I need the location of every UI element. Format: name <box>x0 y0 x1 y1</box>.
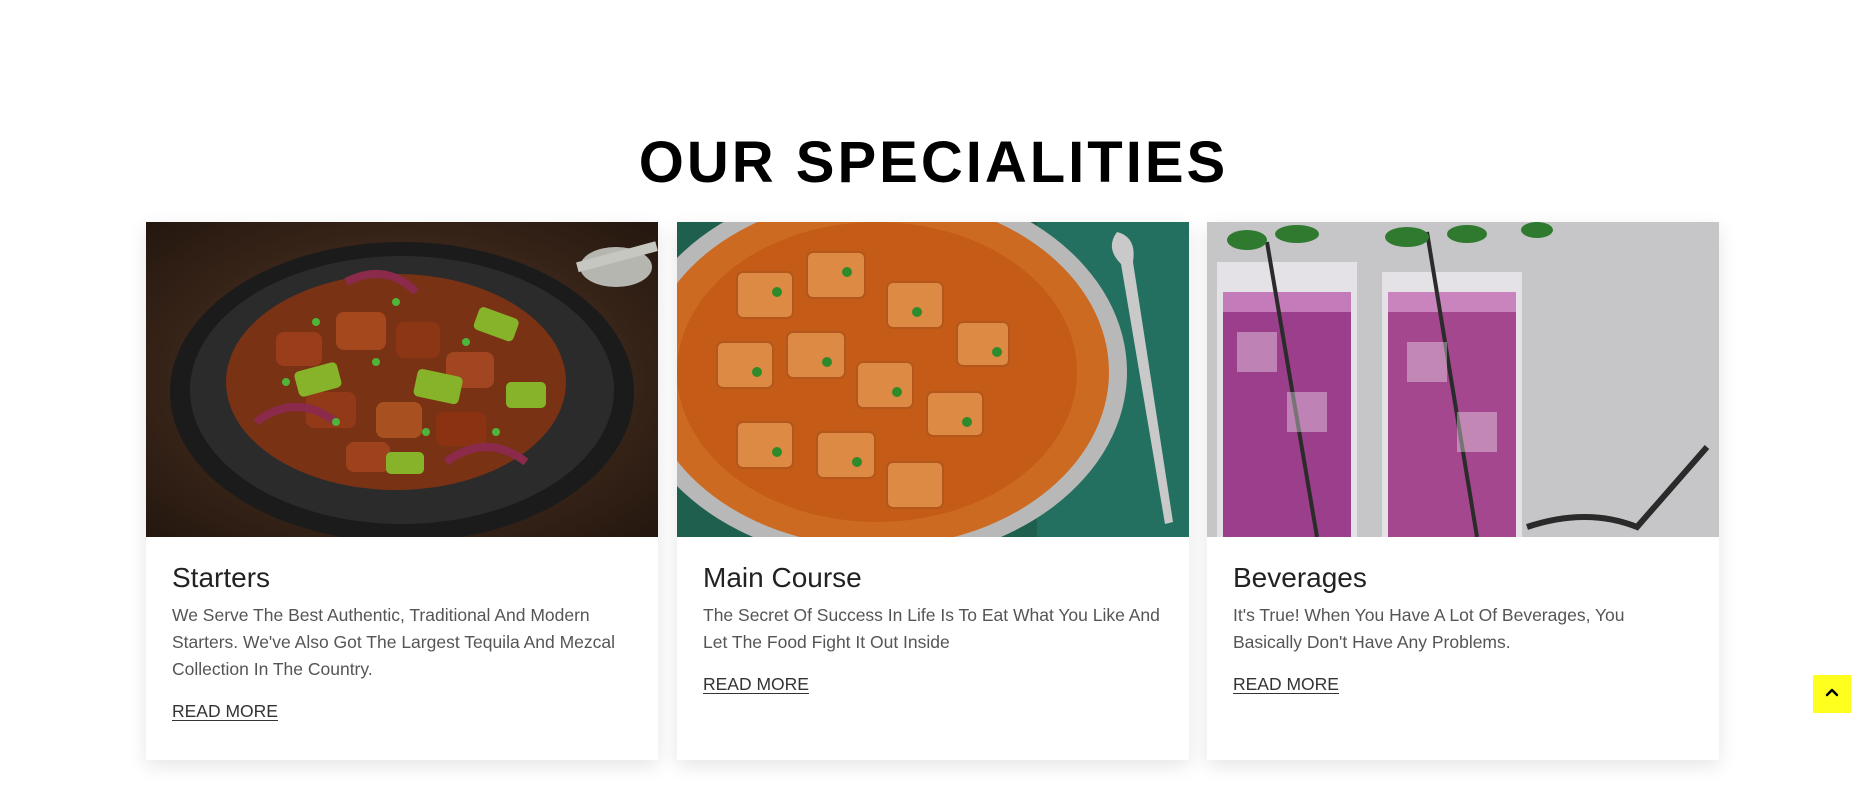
purple-drinks-image <box>1207 222 1719 537</box>
card-description: The Secret Of Success In Life Is To Eat … <box>703 605 1160 652</box>
card-main-course: Main Course The Secret Of Success In Lif… <box>677 222 1189 760</box>
specialities-section: OUR SPECIALITIES Starters We Serve The B… <box>0 0 1867 801</box>
card-starters: Starters We Serve The Best Authentic, Tr… <box>146 222 658 760</box>
card-description: We Serve The Best Authentic, Traditional… <box>172 605 616 679</box>
paneer-curry-image <box>677 222 1189 537</box>
chevron-up-icon <box>1825 685 1839 704</box>
card-description: It's True! When You Have A Lot Of Bevera… <box>1233 605 1625 652</box>
read-more-link[interactable]: READ MORE <box>172 699 278 723</box>
card-title: Starters <box>172 562 271 593</box>
specialities-cards: Starters We Serve The Best Authentic, Tr… <box>146 222 1721 762</box>
card-title: Beverages <box>1233 562 1367 593</box>
scroll-to-top-button[interactable] <box>1813 675 1851 713</box>
card-title: Main Course <box>703 562 862 593</box>
read-more-link[interactable]: READ MORE <box>703 672 809 696</box>
chilli-paneer-dish-image <box>146 222 658 537</box>
section-title: OUR SPECIALITIES <box>638 130 1229 195</box>
card-beverages: Beverages It's True! When You Have A Lot… <box>1207 222 1719 760</box>
read-more-link[interactable]: READ MORE <box>1233 672 1339 696</box>
